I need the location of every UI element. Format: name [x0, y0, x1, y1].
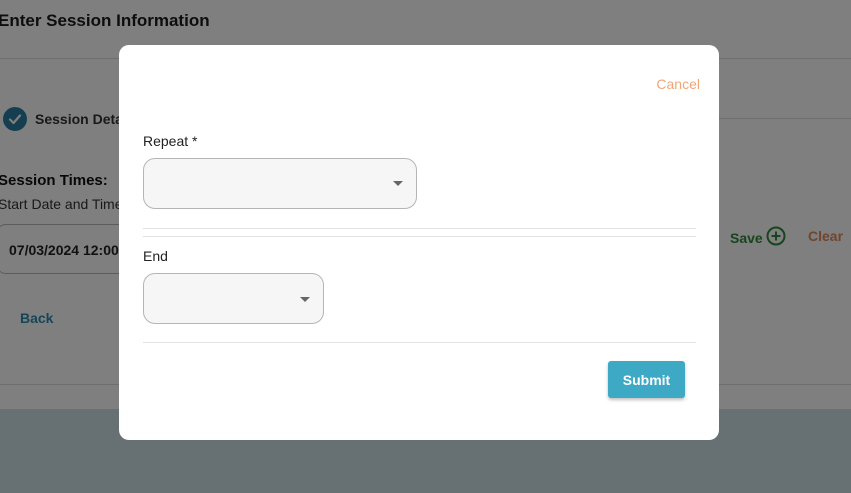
cancel-button[interactable]: Cancel — [656, 76, 700, 92]
divider — [143, 342, 696, 343]
submit-button[interactable]: Submit — [608, 361, 685, 398]
end-label: End — [143, 248, 168, 264]
end-select[interactable] — [143, 273, 324, 324]
repeat-label: Repeat * — [143, 133, 198, 149]
repeat-dialog: Cancel Repeat * End Submit — [119, 45, 719, 440]
chevron-down-icon — [393, 181, 403, 186]
repeat-select[interactable] — [143, 158, 417, 209]
divider — [143, 228, 696, 229]
divider — [143, 236, 696, 237]
chevron-down-icon — [300, 297, 310, 302]
